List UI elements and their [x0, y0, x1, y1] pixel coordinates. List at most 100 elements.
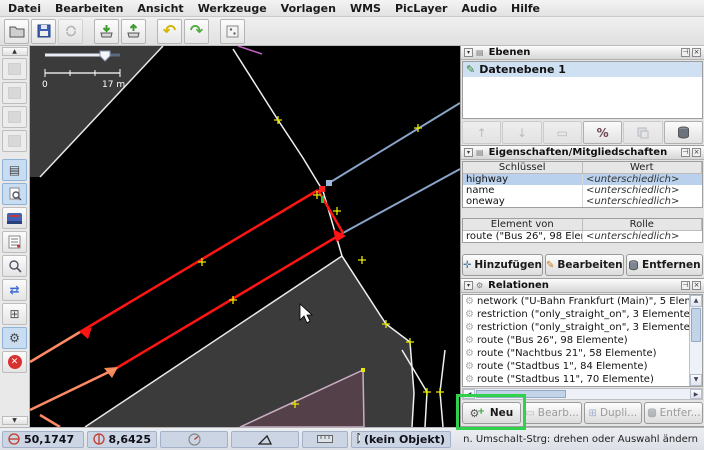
scale-max-label: 17 m — [102, 80, 125, 90]
preferences-button[interactable] — [220, 19, 245, 44]
tag-row-name[interactable]: name <unterschiedlich> — [463, 185, 702, 196]
toggle-history-panel[interactable] — [2, 255, 27, 277]
scroll-right-icon[interactable]: ▶ — [690, 389, 702, 399]
add-tag-button[interactable]: ✛ Hinzufügen — [462, 254, 543, 276]
menu-vorlagen[interactable]: Vorlagen — [281, 2, 336, 15]
toggle-selection-panel[interactable] — [2, 183, 27, 205]
toggle-author-panel[interactable] — [2, 207, 27, 229]
node-blue[interactable] — [326, 180, 332, 186]
close-icon[interactable]: × — [692, 281, 701, 290]
longitude-field: 8,6425 — [87, 431, 157, 448]
remove-tag-button[interactable]: Entfernen — [626, 254, 703, 276]
area-topleft — [30, 46, 163, 177]
menu-wms[interactable]: WMS — [350, 2, 381, 15]
update-data-button[interactable] — [58, 19, 83, 44]
toggle-layers-panel[interactable]: ▤ — [2, 159, 27, 181]
relation-item[interactable]: ⚙network ("U-Bahn Frankfurt (Main)", 5 E… — [463, 295, 689, 308]
relation-item[interactable]: ⚙route ("Stadtbus 11", 70 Elemente) — [463, 373, 689, 386]
layer-activate-button[interactable]: ▭ — [543, 121, 582, 144]
duplicate-relation-button[interactable]: ⊞ Dupli... — [584, 402, 643, 424]
layer-opacity-button[interactable]: % — [583, 121, 622, 144]
toggle-validator-panel[interactable]: ✕ — [2, 351, 27, 373]
save-button[interactable] — [31, 19, 56, 44]
close-icon[interactable]: × — [692, 148, 701, 157]
collapse-icon[interactable]: ▾ — [464, 48, 473, 57]
map-canvas[interactable]: 0 17 m — [30, 46, 460, 427]
column-role[interactable]: Rolle — [583, 219, 703, 230]
edit-tag-button[interactable]: ✎ Bearbeiten — [545, 254, 624, 276]
layer-delete-button[interactable] — [664, 121, 703, 144]
upload-button[interactable] — [121, 19, 146, 44]
relations-vertical-scrollbar[interactable]: ▲ ▼ — [689, 295, 702, 386]
redo-button[interactable]: ↷ — [184, 19, 209, 44]
new-relation-button[interactable]: ⚙+ Neu — [462, 402, 521, 424]
toggle-conflicts-panel[interactable]: ⇄ — [2, 279, 27, 301]
close-icon[interactable]: × — [692, 48, 701, 57]
relation-item[interactable]: ⚙restriction ("only_straight_on", 3 Elem… — [463, 321, 689, 334]
tag-row-highway[interactable]: highway <unterschiedlich> — [463, 174, 702, 185]
pencil-icon: ✎ — [546, 260, 554, 271]
tag-key: highway — [463, 174, 583, 185]
collapse-icon[interactable]: ▾ — [464, 148, 473, 157]
mode-zoom-button[interactable] — [2, 106, 27, 128]
edit-relation-button[interactable]: ▭ Bearb... — [523, 402, 582, 424]
road-white-right2 — [440, 350, 445, 427]
trash-cylinder-icon — [677, 126, 690, 139]
sidebar-collapse-top[interactable]: ▲ — [2, 47, 28, 56]
layer-name: Datenebene 1 — [479, 63, 566, 76]
node-selected-red[interactable] — [319, 186, 325, 192]
pin-icon[interactable]: ⊣ — [681, 281, 690, 290]
menu-ansicht[interactable]: Ansicht — [137, 2, 183, 15]
relation-item[interactable]: ⚙route ("Stadtbus 1", 84 Elemente) — [463, 360, 689, 373]
scroll-down-icon[interactable]: ▼ — [690, 374, 702, 386]
sidebar-collapse-bottom[interactable]: ▼ — [2, 416, 28, 425]
pin-icon[interactable]: ⊣ — [681, 48, 690, 57]
scroll-left-icon[interactable]: ◀ — [463, 389, 475, 399]
layer-up-button[interactable]: ↑ — [462, 121, 501, 144]
membership-row[interactable]: route ("Bus 26", 98 Elem... <unterschied… — [463, 231, 702, 242]
left-toolbar: ▲ ▤ ⇄ ⊞ ⚙ ✕ ▼ — [0, 46, 30, 427]
relation-item[interactable]: ⚙route ("Nachtbus 21", 58 Elemente) — [463, 347, 689, 360]
remove-tag-label: Entfernen — [642, 259, 701, 271]
column-member-of[interactable]: Element von — [463, 219, 583, 230]
mode-delete-button[interactable] — [2, 130, 27, 152]
column-key[interactable]: Schlüssel — [463, 162, 583, 173]
scroll-up-icon[interactable]: ▲ — [690, 295, 702, 307]
tag-row-oneway[interactable]: oneway <unterschiedlich> — [463, 196, 702, 207]
open-button[interactable] — [4, 19, 29, 44]
menu-bearbeiten[interactable]: Bearbeiten — [55, 2, 123, 15]
menu-hilfe[interactable]: Hilfe — [511, 2, 540, 15]
menu-datei[interactable]: Datei — [8, 2, 41, 15]
menu-werkzeuge[interactable]: Werkzeuge — [198, 2, 267, 15]
memberships-table-header: Element von Rolle — [463, 219, 702, 231]
node-yellow-square[interactable] — [361, 368, 365, 372]
edit-tag-label: Bearbeiten — [557, 259, 622, 271]
undo-button[interactable]: ↶ — [157, 19, 182, 44]
error-x-icon: ✕ — [8, 355, 22, 369]
way-salmon-2 — [30, 369, 115, 410]
layer-item[interactable]: ✎ Datenebene 1 — [463, 62, 702, 77]
download-button[interactable] — [94, 19, 119, 44]
scrollbar-thumb[interactable] — [476, 390, 566, 398]
toggle-relations-panel[interactable]: ⚙ — [2, 327, 27, 349]
layer-down-button[interactable]: ↓ — [502, 121, 541, 144]
menu-piclayer[interactable]: PicLayer — [395, 2, 448, 15]
mode-draw-button[interactable] — [2, 82, 27, 104]
collapse-icon[interactable]: ▾ — [464, 281, 473, 290]
column-value[interactable]: Wert — [583, 162, 703, 173]
layer-merge-button[interactable] — [623, 121, 662, 144]
menu-audio[interactable]: Audio — [461, 2, 497, 15]
relation-item[interactable]: ⚙route ("Bus 26", 98 Elemente) — [463, 334, 689, 347]
toggle-properties-panel[interactable] — [2, 231, 27, 253]
toggle-command-stack-panel[interactable]: ⊞ — [2, 303, 27, 325]
node-green-tick — [321, 196, 324, 203]
mode-select-button[interactable] — [2, 58, 27, 80]
scrollbar-thumb[interactable] — [691, 308, 701, 342]
way-salmon-3 — [40, 415, 60, 427]
layers-icon: ▤ — [9, 163, 20, 177]
status-hint: n. Umschalt-Strg: drehen oder Auswahl än… — [454, 434, 702, 445]
delete-relation-button[interactable]: Entfer... — [644, 402, 703, 424]
pin-icon[interactable]: ⊣ — [681, 148, 690, 157]
relations-horizontal-scrollbar[interactable]: ◀ ▶ — [462, 388, 703, 400]
relation-item[interactable]: ⚙restriction ("only_straight_on", 3 Elem… — [463, 308, 689, 321]
